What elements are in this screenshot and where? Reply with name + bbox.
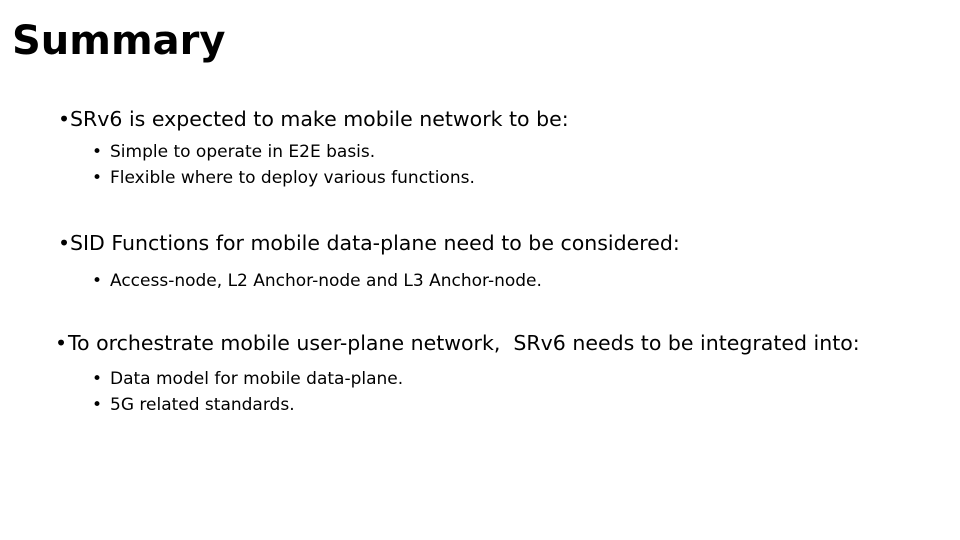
bullet-marker-icon: • xyxy=(58,231,71,255)
bullet-level2: • Data model for mobile data-plane. xyxy=(0,366,960,392)
bullet-level2: • Simple to operate in E2E basis. xyxy=(0,139,960,165)
bullet-marker-icon: • xyxy=(55,331,68,355)
page-title: Summary xyxy=(12,18,226,64)
bullet-level2: • Access-node, L2 Anchor-node and L3 Anc… xyxy=(0,268,960,294)
bullet-level1-text: SRv6 is expected to make mobile network … xyxy=(70,107,569,131)
bullet-level2: • 5G related standards. xyxy=(0,392,960,418)
bullet-level1-text: SID Functions for mobile data-plane need… xyxy=(70,231,680,255)
slide-body: • SRv6 is expected to make mobile networ… xyxy=(0,104,960,418)
bullet-level1: • SRv6 is expected to make mobile networ… xyxy=(0,104,960,134)
bullet-marker-icon: • xyxy=(92,142,103,162)
bullet-group-1: • SRv6 is expected to make mobile networ… xyxy=(0,104,960,191)
bullet-level2-text: Access-node, L2 Anchor-node and L3 Ancho… xyxy=(110,271,542,291)
bullet-level2-text: Simple to operate in E2E basis. xyxy=(110,142,376,162)
bullet-marker-icon: • xyxy=(92,395,103,415)
bullet-marker-icon: • xyxy=(92,168,103,188)
bullet-level1-text: To orchestrate mobile user-plane network… xyxy=(68,331,860,355)
bullet-group-2: • SID Functions for mobile data-plane ne… xyxy=(0,228,960,294)
bullet-marker-icon: • xyxy=(58,107,71,131)
bullet-marker-icon: • xyxy=(92,369,103,389)
bullet-group-3: • To orchestrate mobile user-plane netwo… xyxy=(0,328,960,418)
bullet-level1: • To orchestrate mobile user-plane netwo… xyxy=(0,328,960,358)
bullet-level1: • SID Functions for mobile data-plane ne… xyxy=(0,228,960,258)
bullet-level2-text: 5G related standards. xyxy=(110,395,295,415)
bullet-level2-text: Flexible where to deploy various functio… xyxy=(110,168,475,188)
bullet-marker-icon: • xyxy=(92,271,103,291)
bullet-level2: • Flexible where to deploy various funct… xyxy=(0,165,960,191)
bullet-level2-text: Data model for mobile data-plane. xyxy=(110,369,404,389)
slide: Summary • SRv6 is expected to make mobil… xyxy=(0,0,960,540)
